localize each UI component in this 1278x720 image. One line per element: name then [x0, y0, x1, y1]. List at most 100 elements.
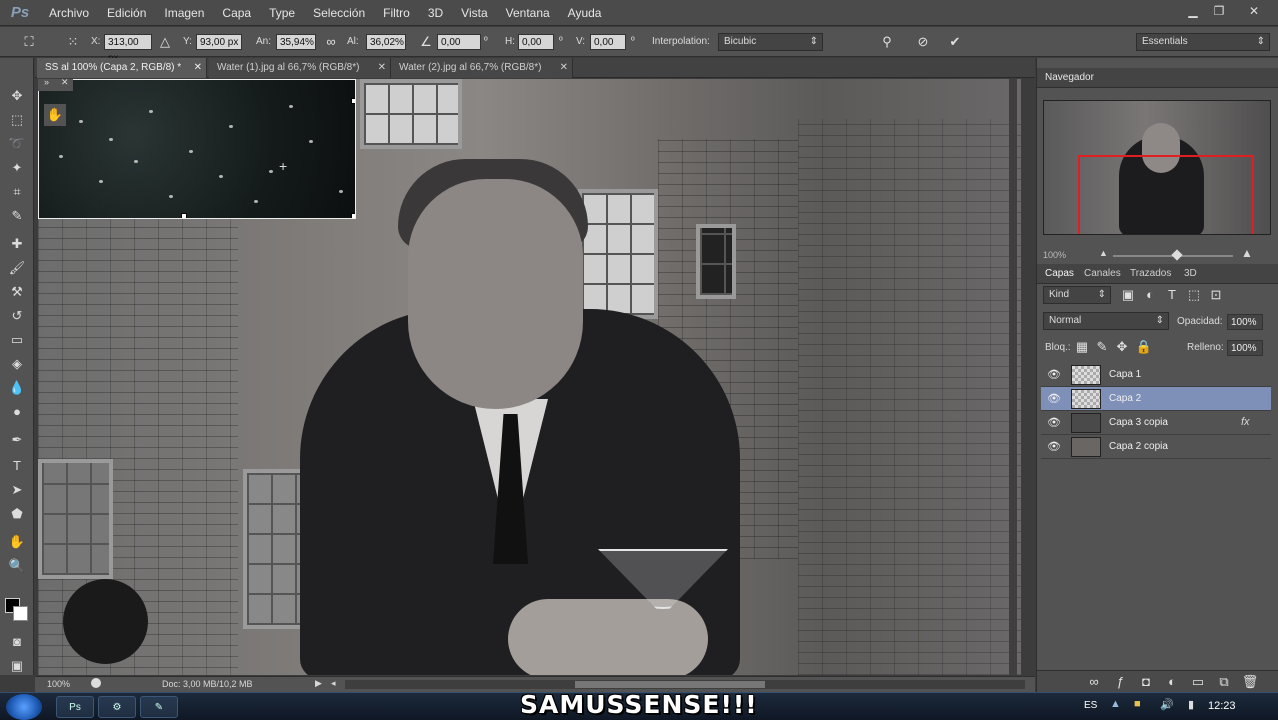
opacity-input[interactable]: 100%: [1227, 314, 1263, 330]
marquee-tool-icon[interactable]: ⬚: [6, 110, 28, 130]
zoom-in-icon[interactable]: ▲: [1241, 246, 1253, 260]
transform-handle[interactable]: [351, 98, 355, 104]
magic-wand-tool-icon[interactable]: ✦: [6, 158, 28, 178]
navigator-zoom[interactable]: 100%: [1043, 250, 1066, 260]
close-icon[interactable]: ✕: [378, 58, 386, 78]
menu-ayuda[interactable]: Ayuda: [559, 6, 611, 20]
clone-stamp-tool-icon[interactable]: ⚒: [6, 282, 28, 302]
height-input[interactable]: 36,02%: [366, 34, 406, 50]
delete-layer-icon[interactable]: 🗑: [1241, 673, 1259, 691]
scroll-left-icon[interactable]: ◂: [331, 678, 336, 689]
scrollbar-thumb[interactable]: [575, 681, 765, 688]
vertical-scrollbar[interactable]: [1009, 79, 1017, 675]
close-icon[interactable]: ✕: [61, 77, 69, 88]
lock-position-icon[interactable]: ✥: [1113, 338, 1131, 356]
filter-shape-icon[interactable]: ⬚: [1185, 286, 1203, 304]
hand-tool-icon[interactable]: ✋: [44, 104, 66, 126]
menu-imagen[interactable]: Imagen: [155, 6, 213, 20]
close-icon[interactable]: ✕: [1243, 3, 1265, 19]
quick-mask-icon[interactable]: ◙: [6, 632, 28, 652]
clock[interactable]: 12:23: [1208, 700, 1236, 712]
navigator-thumbnail[interactable]: [1043, 100, 1271, 235]
move-tool-icon[interactable]: ✥: [6, 86, 28, 106]
layer-capa-2-copia[interactable]: 👁 Capa 2 copia: [1041, 435, 1271, 459]
layer-effects-icon[interactable]: fx: [1241, 416, 1250, 428]
menu-filtro[interactable]: Filtro: [374, 6, 419, 20]
relative-position-icon[interactable]: △: [156, 33, 174, 51]
x-input[interactable]: 313,00 px: [104, 34, 152, 64]
interpolation-select[interactable]: Bicubic ⇕: [718, 33, 823, 51]
vskew-input[interactable]: 0,00: [590, 34, 626, 50]
width-input[interactable]: 35,94%: [276, 34, 316, 50]
path-selection-tool-icon[interactable]: ➤: [6, 480, 28, 500]
lock-transparent-icon[interactable]: ▦: [1073, 338, 1091, 356]
reference-point-icon[interactable]: ⁙: [64, 33, 82, 51]
filter-adjustment-icon[interactable]: ◐: [1141, 286, 1159, 304]
tray-arrow-icon[interactable]: ▲: [1110, 698, 1121, 710]
history-brush-tool-icon[interactable]: ↺: [6, 306, 28, 326]
eye-icon[interactable]: 👁: [1047, 392, 1061, 406]
volume-icon[interactable]: 🔊: [1160, 698, 1174, 711]
transform-handle[interactable]: [181, 213, 187, 218]
menu-vista[interactable]: Vista: [452, 6, 496, 20]
blend-mode-select[interactable]: Normal ⇕: [1043, 312, 1169, 330]
collapse-icon[interactable]: »: [44, 77, 49, 87]
floating-panel-header[interactable]: » ✕: [38, 77, 73, 91]
slider-handle[interactable]: [1171, 249, 1183, 261]
eraser-tool-icon[interactable]: ▭: [6, 330, 28, 350]
filter-type-icon[interactable]: T: [1163, 286, 1181, 304]
start-button[interactable]: [6, 694, 42, 720]
tab-canales[interactable]: Canales: [1084, 268, 1121, 279]
zoom-tool-icon[interactable]: 🔍: [6, 556, 28, 576]
eye-icon[interactable]: 👁: [1047, 440, 1061, 454]
menu-type[interactable]: Type: [260, 6, 304, 20]
warp-icon[interactable]: ⚲: [878, 33, 896, 51]
transform-handle[interactable]: [351, 213, 355, 218]
tray-app-icon[interactable]: ■: [1134, 698, 1141, 710]
navigator-title[interactable]: Navegador: [1045, 72, 1094, 83]
tab-water-1[interactable]: Water (1).jpg al 66,7% (RGB/8*) ✕: [209, 58, 391, 78]
new-group-icon[interactable]: ▭: [1189, 673, 1207, 691]
zoom-out-icon[interactable]: ▲: [1099, 248, 1108, 258]
eyedropper-tool-icon[interactable]: ✎: [6, 206, 28, 226]
pen-tool-icon[interactable]: ✒: [6, 430, 28, 450]
healing-brush-tool-icon[interactable]: ✚: [6, 234, 28, 254]
eye-icon[interactable]: 👁: [1047, 368, 1061, 382]
background-color-swatch[interactable]: [13, 606, 28, 621]
link-icon[interactable]: ∞: [322, 33, 340, 51]
taskbar-app-icon[interactable]: ⚙: [98, 696, 136, 718]
taskbar-photoshop-icon[interactable]: Ps: [56, 696, 94, 718]
commit-transform-icon[interactable]: ✔: [946, 33, 964, 51]
tab-ss[interactable]: SS al 100% (Capa 2, RGB/8) * ✕: [37, 58, 207, 78]
layer-capa-1[interactable]: 👁 Capa 1: [1041, 363, 1271, 387]
menu-seleccion[interactable]: Selección: [304, 6, 374, 20]
type-tool-icon[interactable]: T: [6, 456, 28, 476]
minimize-icon[interactable]: ▁: [1182, 3, 1204, 19]
brush-tool-icon[interactable]: 🖌: [6, 258, 28, 278]
new-layer-icon[interactable]: ⧉: [1215, 673, 1233, 691]
horizontal-scrollbar[interactable]: [345, 680, 1025, 689]
paint-bucket-tool-icon[interactable]: ◈: [6, 354, 28, 374]
close-icon[interactable]: ✕: [194, 58, 202, 78]
hand-tool-icon[interactable]: ✋: [6, 532, 28, 552]
status-menu-icon[interactable]: ▶: [315, 678, 322, 689]
transform-tool-icon[interactable]: ⛶: [20, 33, 38, 51]
blur-tool-icon[interactable]: 💧: [6, 378, 28, 398]
add-mask-icon[interactable]: ◘: [1137, 673, 1155, 691]
tab-water-2[interactable]: Water (2).jpg al 66,7% (RGB/8*) ✕: [391, 58, 573, 78]
restore-icon[interactable]: ❐: [1208, 3, 1230, 19]
language-indicator[interactable]: ES: [1084, 700, 1097, 711]
workspace-select[interactable]: Essentials ⇕: [1136, 33, 1270, 51]
water-texture-layer[interactable]: +: [38, 79, 356, 219]
crop-tool-icon[interactable]: ⌗: [6, 182, 28, 202]
lasso-tool-icon[interactable]: ➰: [6, 134, 28, 154]
lock-pixels-icon[interactable]: ✎: [1093, 338, 1111, 356]
navigator-view-box[interactable]: [1078, 155, 1254, 234]
menu-edicion[interactable]: Edición: [98, 6, 155, 20]
eye-icon[interactable]: 👁: [1047, 416, 1061, 430]
screen-mode-icon[interactable]: ▣: [6, 656, 28, 676]
fill-input[interactable]: 100%: [1227, 340, 1263, 356]
cancel-transform-icon[interactable]: ⊘: [914, 33, 932, 51]
dodge-tool-icon[interactable]: ●: [6, 402, 28, 422]
hskew-input[interactable]: 0,00: [518, 34, 554, 50]
